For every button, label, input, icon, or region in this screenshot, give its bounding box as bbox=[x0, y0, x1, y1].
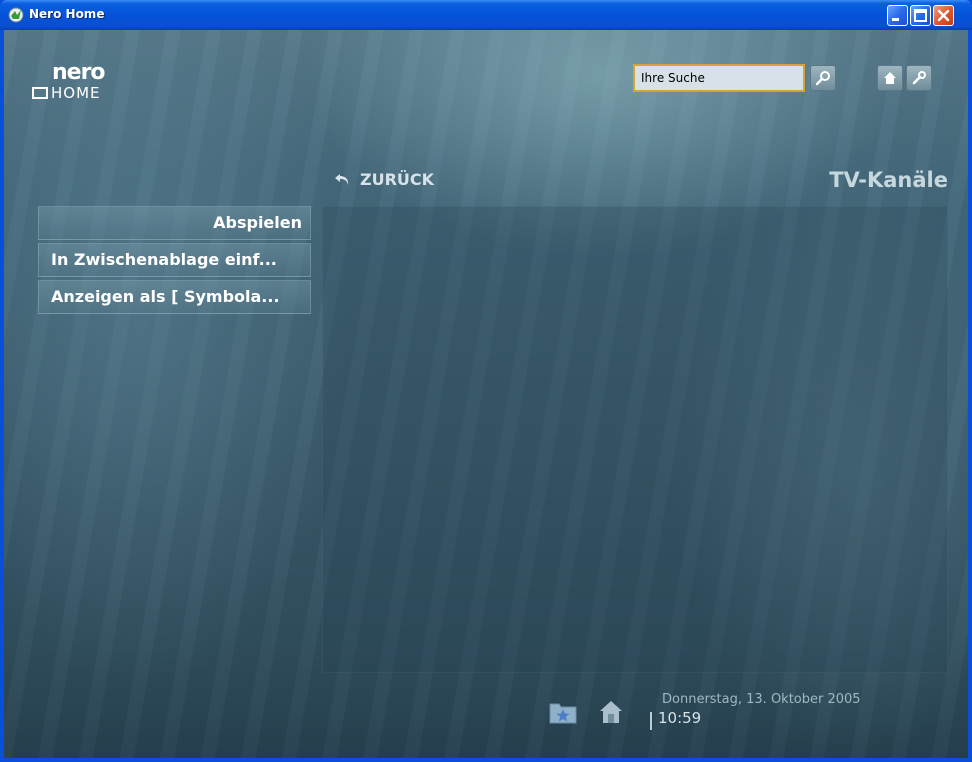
tv-icon bbox=[32, 87, 48, 99]
home-button[interactable] bbox=[877, 65, 903, 91]
minimize-button[interactable] bbox=[887, 5, 908, 26]
back-label: ZURÜCK bbox=[360, 170, 435, 189]
minimize-icon bbox=[892, 18, 899, 21]
back-arrow-icon bbox=[335, 174, 349, 185]
title-bar[interactable]: Nero Home bbox=[0, 0, 972, 30]
magnifier-icon bbox=[815, 71, 830, 86]
nero-app-icon bbox=[8, 7, 24, 23]
back-button[interactable]: ZURÜCK bbox=[334, 170, 434, 194]
maximize-icon bbox=[914, 9, 927, 22]
settings-button[interactable] bbox=[906, 65, 932, 91]
current-time: 10:59 bbox=[658, 709, 702, 727]
app-content: nero HOME ZURÜCK TV-Kanäle bbox=[4, 30, 968, 758]
context-menu: Abspielen In Zwischenablage einf... Anze… bbox=[38, 206, 311, 317]
home-icon bbox=[884, 72, 896, 84]
menu-item-copy-to-clipboard[interactable]: In Zwischenablage einf... bbox=[38, 243, 311, 277]
close-button[interactable] bbox=[933, 5, 954, 26]
logo-wordmark-bottom: HOME bbox=[32, 84, 101, 102]
home-icon[interactable] bbox=[596, 696, 626, 726]
logo-wordmark-top: nero bbox=[52, 60, 106, 85]
search-button[interactable] bbox=[810, 65, 836, 91]
search-input[interactable] bbox=[633, 64, 805, 92]
current-date: Donnerstag, 13. Oktober 2005 bbox=[662, 692, 861, 707]
favorites-folder-icon[interactable] bbox=[548, 696, 578, 726]
menu-item-view-as[interactable]: Anzeigen als [ Symbola... bbox=[38, 280, 311, 314]
menu-item-play[interactable]: Abspielen bbox=[38, 206, 311, 240]
close-icon bbox=[937, 9, 950, 22]
page-title: TV-Kanäle bbox=[829, 168, 948, 192]
content-area bbox=[322, 206, 948, 673]
nero-home-logo[interactable]: nero HOME bbox=[32, 60, 142, 110]
maximize-button[interactable] bbox=[910, 5, 931, 26]
logo-home-text: HOME bbox=[51, 84, 101, 102]
window-title: Nero Home bbox=[29, 7, 105, 21]
app-window: Nero Home nero HOME Ihre Suche ZURÜCK TV… bbox=[0, 0, 972, 762]
wrench-icon bbox=[912, 71, 926, 85]
footer-separator bbox=[650, 712, 652, 730]
